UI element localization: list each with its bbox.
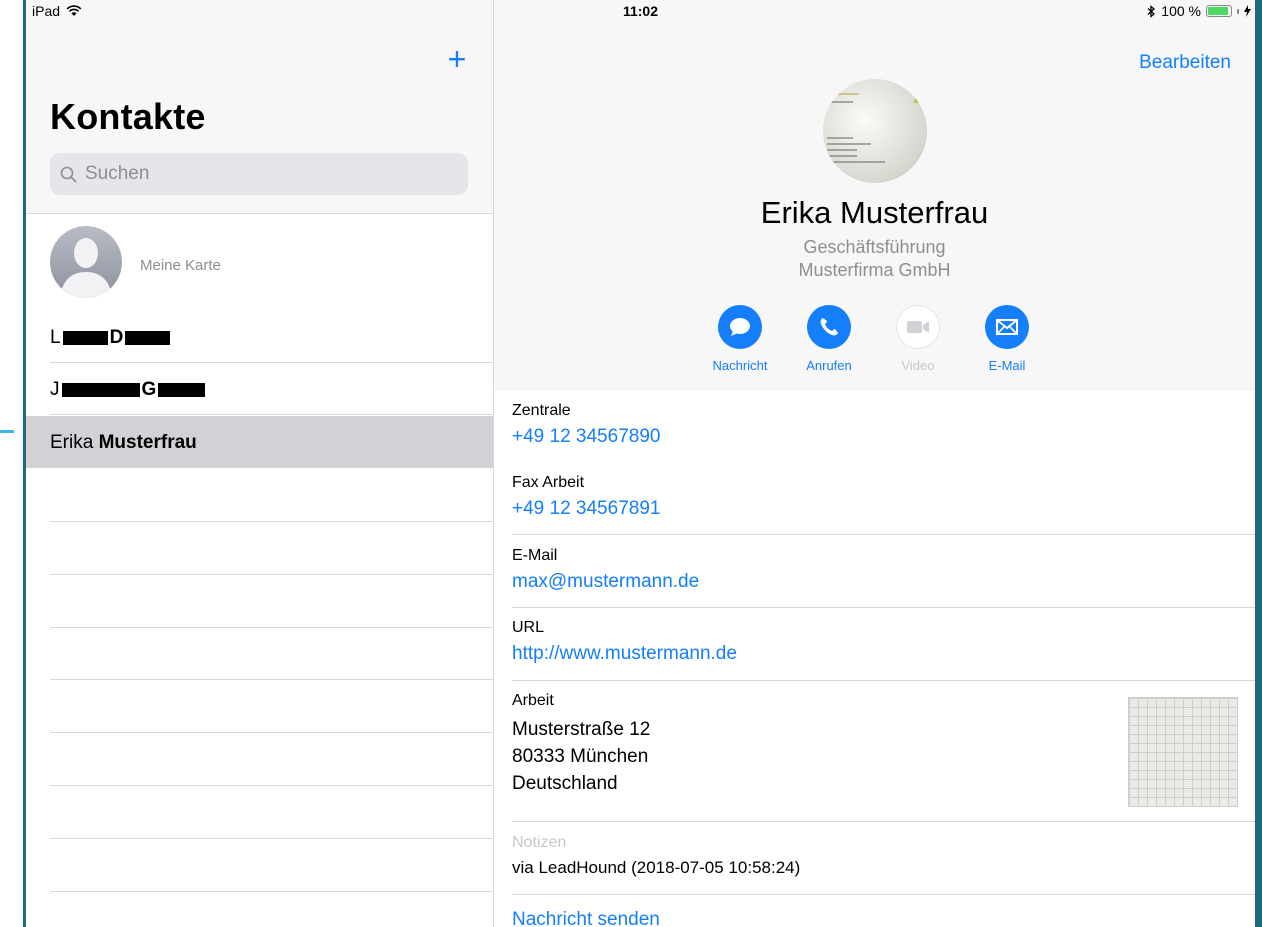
notes-field: Notizen via LeadHound (2018-07-05 10:58:… xyxy=(512,834,1255,878)
email-field: E-Mail max@mustermann.de xyxy=(512,547,1255,593)
notes-label: Notizen xyxy=(512,834,567,851)
my-card-row[interactable]: Meine Karte xyxy=(26,213,493,311)
phone-link[interactable]: +49 12 34567890 xyxy=(512,426,1255,448)
contact-first-initial: J xyxy=(50,379,60,400)
search-input[interactable]: Suchen xyxy=(50,153,468,195)
my-card-label: Meine Karte xyxy=(140,257,221,274)
call-action-button[interactable]: Anrufen xyxy=(789,305,869,373)
list-item[interactable]: J G xyxy=(26,363,493,415)
list-item[interactable]: L D xyxy=(26,311,493,363)
url-field: URL http://www.mustermann.de xyxy=(512,619,1255,665)
divider xyxy=(50,414,493,415)
contact-last-name: Musterfrau xyxy=(98,432,197,453)
send-message-field: Nachricht senden xyxy=(512,909,1255,927)
redaction-bar xyxy=(61,383,140,397)
person-silhouette-icon xyxy=(60,238,112,298)
fax-label: Fax Arbeit xyxy=(512,474,585,491)
edit-button[interactable]: Bearbeiten xyxy=(1139,52,1231,74)
clock: 11:02 xyxy=(622,3,659,19)
list-item-selected[interactable]: Erika Musterfrau xyxy=(26,416,493,468)
logo-mark xyxy=(913,95,925,103)
divider xyxy=(512,894,1255,895)
contact-last-initial: G xyxy=(141,379,157,400)
contact-company: Musterfirma GmbH xyxy=(798,260,951,280)
search-placeholder: Suchen xyxy=(85,163,150,184)
url-label: URL xyxy=(512,619,545,636)
page-title: Kontakte xyxy=(50,96,206,137)
battery-tip xyxy=(1237,8,1239,14)
notes-value: via LeadHound (2018-07-05 10:58:24) xyxy=(512,858,801,877)
map-thumbnail[interactable] xyxy=(1128,697,1238,807)
mail-action-label: E-Mail xyxy=(988,358,1026,373)
message-action-button[interactable]: Nachricht xyxy=(700,305,780,373)
add-contact-button[interactable]: + xyxy=(445,43,469,75)
contact-last-initial: D xyxy=(109,327,124,348)
card-text-line xyxy=(827,149,857,151)
divider xyxy=(50,679,493,680)
email-label: E-Mail xyxy=(512,547,558,564)
ipad-screen: + Kontakte Suchen Meine Karte L D J G Er… xyxy=(26,0,1255,927)
divider xyxy=(50,891,493,892)
search-icon xyxy=(60,166,77,182)
video-icon xyxy=(907,321,929,333)
fax-link[interactable]: +49 12 34567891 xyxy=(512,498,1255,520)
contact-photo xyxy=(823,79,927,183)
divider xyxy=(512,821,1255,822)
card-text-line xyxy=(827,161,885,163)
phone-label: Zentrale xyxy=(512,402,571,419)
email-link[interactable]: max@mustermann.de xyxy=(512,571,1255,593)
fax-field: Fax Arbeit +49 12 34567891 xyxy=(512,474,1255,520)
divider xyxy=(50,838,493,839)
phone-field: Zentrale +49 12 34567890 xyxy=(512,402,1255,448)
divider xyxy=(50,732,493,733)
mail-action-button[interactable]: E-Mail xyxy=(967,305,1047,373)
battery-percent: 100 % xyxy=(1161,3,1201,19)
card-text-line xyxy=(833,93,859,95)
redaction-bar xyxy=(125,331,171,345)
device-frame-right xyxy=(1255,0,1262,927)
card-text-line xyxy=(827,137,853,139)
contact-name: Erika Musterfrau xyxy=(760,195,989,230)
redaction-bar xyxy=(62,331,108,345)
video-action-button: Video xyxy=(878,305,958,373)
mail-icon xyxy=(996,319,1018,335)
contact-job-title: Geschäftsführung xyxy=(803,237,946,257)
contact-detail-header: Bearbeiten Erika Musterfrau Geschäftsfüh… xyxy=(494,0,1255,391)
device-frame-left xyxy=(0,0,26,927)
call-action-label: Anrufen xyxy=(806,358,852,373)
status-bar: iPad 11:02 100 % xyxy=(26,0,1255,22)
battery-icon xyxy=(1206,5,1232,17)
send-message-link[interactable]: Nachricht senden xyxy=(512,909,1255,927)
url-link[interactable]: http://www.mustermann.de xyxy=(512,643,1255,665)
divider xyxy=(512,607,1255,608)
battery-fill xyxy=(1208,7,1228,15)
contact-first-name: Erika xyxy=(50,432,94,453)
contact-detail-pane: Bearbeiten Erika Musterfrau Geschäftsfüh… xyxy=(494,0,1255,927)
redaction-bar xyxy=(158,383,206,397)
frame-indicator xyxy=(0,430,14,433)
contact-first-initial: L xyxy=(50,327,61,348)
divider xyxy=(50,627,493,628)
message-icon xyxy=(730,318,750,336)
divider xyxy=(512,680,1255,681)
divider xyxy=(512,534,1255,535)
avatar xyxy=(50,226,122,298)
divider xyxy=(50,574,493,575)
phone-icon xyxy=(820,318,838,336)
card-text-line xyxy=(827,143,871,145)
contacts-header: + Kontakte Suchen xyxy=(26,0,493,214)
card-text-line xyxy=(827,155,857,157)
bluetooth-icon xyxy=(1147,4,1156,18)
divider xyxy=(50,785,493,786)
card-text-line xyxy=(831,101,853,103)
message-action-label: Nachricht xyxy=(712,358,768,373)
contacts-list-pane: + Kontakte Suchen Meine Karte L D J G Er… xyxy=(26,0,494,927)
charging-bolt-icon xyxy=(1244,5,1251,17)
divider xyxy=(50,521,493,522)
video-action-label: Video xyxy=(901,358,935,373)
